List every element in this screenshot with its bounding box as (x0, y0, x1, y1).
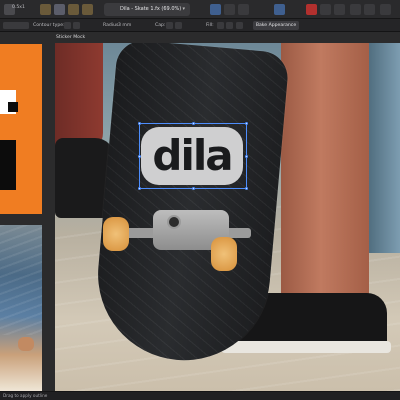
selection-handle[interactable] (192, 187, 195, 190)
tool-preset[interactable] (3, 22, 29, 29)
export-icon[interactable] (380, 4, 391, 15)
denim-jacket (0, 225, 42, 335)
fill-label: Fill: (206, 23, 214, 28)
hand (18, 337, 34, 351)
contour-type-label: Contour type: (33, 23, 65, 28)
status-bar: Drag to apply outline (0, 391, 400, 400)
artboard-label: Sticker Mock (56, 35, 86, 40)
bake-appearance-button[interactable]: Bake Appearance (253, 21, 299, 30)
document-title: Dila - Skate 1.fx (69.0%) (120, 6, 182, 12)
radius-value[interactable]: 3 mm (118, 19, 131, 32)
wheel-right (211, 237, 237, 271)
fill-solid-icon[interactable] (226, 22, 233, 29)
selection-handle[interactable] (138, 155, 141, 158)
grid-icon[interactable] (238, 4, 249, 15)
context-toolbar: Contour type: Radius: 3 mm Cap: Fill: Ba… (0, 19, 400, 32)
color-icon[interactable] (306, 4, 317, 15)
transform-icon[interactable] (274, 4, 285, 15)
selection-handle[interactable] (192, 122, 195, 125)
cap-square-icon[interactable] (175, 22, 182, 29)
selection-handle[interactable] (138, 122, 141, 125)
main-toolbar: 0.5x1 Dila - Skate 1.fx (69.0%) ▾ (0, 0, 400, 19)
view-mode-icon[interactable] (210, 4, 221, 15)
skate-photo[interactable]: dila (55, 43, 400, 391)
selection-box[interactable] (138, 122, 248, 190)
version-label: 0.5x1 (12, 5, 25, 10)
fill-none-icon[interactable] (217, 22, 224, 29)
wheel-left (103, 217, 129, 251)
contour-inner-icon[interactable] (73, 22, 80, 29)
right-leg (281, 43, 369, 333)
kingpin-bolt (167, 215, 181, 229)
logo-fragment-mid (8, 102, 18, 112)
rulers-icon[interactable] (224, 4, 235, 15)
contour-outer-icon[interactable] (64, 22, 71, 29)
sneaker-sole (221, 341, 391, 353)
left-leg (55, 43, 103, 153)
document-selector[interactable]: Dila - Skate 1.fx (69.0%) ▾ (104, 3, 190, 16)
selection-handle[interactable] (138, 187, 141, 190)
cap-label: Cap: (155, 23, 166, 28)
arrange-icon[interactable] (68, 4, 79, 15)
selection-handle[interactable] (245, 122, 248, 125)
cap-round-icon[interactable] (166, 22, 173, 29)
selection-handle[interactable] (245, 155, 248, 158)
orange-artboard[interactable] (0, 44, 42, 214)
move-tool-icon[interactable] (40, 4, 51, 15)
logo-fragment-bottom (0, 140, 16, 190)
fill-pattern-icon[interactable] (236, 22, 243, 29)
effects-icon[interactable] (364, 4, 375, 15)
snapping-icon[interactable] (82, 4, 93, 15)
background-post (367, 43, 400, 253)
stroke-icon[interactable] (334, 4, 345, 15)
align-icon[interactable] (54, 4, 65, 15)
brush-icon[interactable] (320, 4, 331, 15)
status-text: Drag to apply outline (3, 393, 48, 398)
selection-handle[interactable] (245, 187, 248, 190)
photo-thumbnail[interactable] (0, 225, 42, 391)
chevron-down-icon: ▾ (182, 6, 185, 12)
document-canvas[interactable]: Sticker Mock dila (0, 32, 400, 391)
layers-icon[interactable] (350, 4, 361, 15)
